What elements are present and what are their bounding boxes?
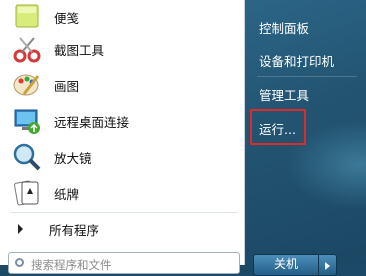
program-label: 远程桌面连接 [54,114,130,130]
search-placeholder: 搜索程序和文件 [31,258,112,272]
program-label: 截图工具 [54,42,105,58]
shutdown-button[interactable]: 关机 [253,254,319,276]
run-highlight-box [250,109,306,145]
snipping-tool-icon [12,34,42,64]
arrow-right-icon [18,224,23,234]
sticky-notes-icon [12,2,42,32]
program-label: 放大镜 [54,150,92,166]
program-item-paint[interactable]: 画图 [8,68,238,102]
program-item-solitaire[interactable]: 纸牌 [8,176,238,210]
magnifier-icon [12,142,42,172]
paint-icon [12,70,42,100]
all-programs-button[interactable]: 所有程序 [8,219,238,239]
start-menu-programs-pane: 便笺 截图工具 画图 远程桌面连接 放大镜 纸牌 所有程序 搜索程序和文件 [0,0,245,274]
all-programs-label: 所有程序 [49,222,100,238]
program-label: 便笺 [54,10,80,26]
admin-tools-link[interactable]: 管理工具 [259,85,309,104]
program-label: 纸牌 [54,186,80,202]
program-label: 画图 [54,78,80,94]
control-panel-link[interactable]: 控制面板 [259,18,309,37]
shutdown-options-arrow-icon[interactable] [319,254,337,276]
program-item-snipping-tool[interactable]: 截图工具 [8,32,238,66]
solitaire-icon [12,178,42,208]
search-input[interactable]: 搜索程序和文件 [8,252,240,274]
program-item-sticky-notes[interactable]: 便笺 [8,0,238,34]
divider [257,76,357,77]
divider [10,212,238,213]
program-item-remote-desktop[interactable]: 远程桌面连接 [8,104,238,138]
remote-desktop-icon [12,106,42,136]
search-icon [15,258,24,267]
devices-printers-link[interactable]: 设备和打印机 [259,51,334,70]
program-item-magnifier[interactable]: 放大镜 [8,140,238,174]
